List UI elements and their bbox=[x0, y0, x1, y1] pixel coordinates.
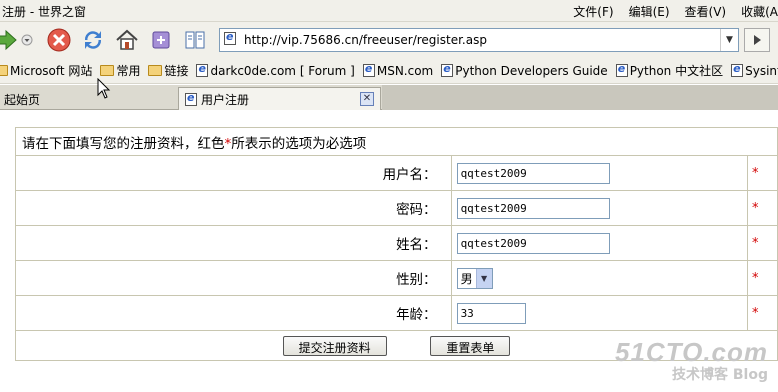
gender-label: 性别： bbox=[15, 260, 452, 296]
window-title: 注册 - 世界之窗 bbox=[2, 5, 86, 19]
menu-file[interactable]: 文件(F) bbox=[573, 3, 613, 20]
username-input[interactable] bbox=[456, 162, 610, 184]
go-button[interactable] bbox=[744, 28, 770, 52]
realname-label: 姓名： bbox=[15, 225, 452, 261]
folder-icon bbox=[0, 65, 8, 76]
history-icon[interactable] bbox=[148, 27, 174, 53]
address-bar[interactable]: http://vip.75686.cn/freeuser/register.as… bbox=[219, 28, 739, 52]
required-mark: * bbox=[747, 225, 778, 261]
page-content: 请在下面填写您的注册资料，红色*所表示的选项为必选项 用户名： * 密码： * … bbox=[0, 111, 778, 392]
age-label: 年龄： bbox=[15, 295, 452, 331]
page-icon bbox=[196, 62, 209, 77]
bookmark-python-cn[interactable]: Python 中文社区 bbox=[615, 62, 723, 79]
bookmark-microsoft[interactable]: Microsoft 网站 bbox=[0, 62, 92, 79]
page-icon bbox=[224, 30, 236, 45]
chevron-down-icon[interactable]: ▼ bbox=[475, 268, 492, 288]
page-icon bbox=[731, 62, 744, 77]
watermark: 51CTO.com 技术博客 Blog bbox=[615, 337, 768, 384]
realname-input[interactable] bbox=[456, 232, 610, 254]
password-label: 密码： bbox=[15, 190, 452, 226]
bookmark-links[interactable]: 链接 bbox=[148, 62, 188, 79]
bookmark-common[interactable]: 常用 bbox=[100, 62, 140, 79]
bookmark-msn[interactable]: MSN.com bbox=[362, 62, 433, 78]
form-intro: 请在下面填写您的注册资料，红色*所表示的选项为必选项 bbox=[15, 127, 778, 156]
close-tab-icon[interactable]: ✕ bbox=[360, 92, 374, 106]
bookmarks-icon[interactable] bbox=[182, 27, 208, 53]
folder-icon bbox=[100, 65, 115, 76]
home-icon[interactable] bbox=[114, 27, 140, 53]
tab-bar-empty bbox=[382, 85, 778, 110]
toolbar: http://vip.75686.cn/freeuser/register.as… bbox=[0, 22, 778, 58]
required-mark: * bbox=[747, 295, 778, 331]
username-label: 用户名： bbox=[15, 155, 452, 191]
menu-view[interactable]: 查看(V) bbox=[685, 3, 727, 20]
required-mark: * bbox=[747, 155, 778, 191]
go-arrow-icon bbox=[754, 35, 761, 45]
age-input[interactable] bbox=[456, 302, 526, 324]
submit-button[interactable]: 提交注册资料 bbox=[282, 335, 387, 356]
bookmark-sysinternals[interactable]: Sysinte bbox=[731, 62, 778, 78]
dropdown-icon[interactable] bbox=[20, 27, 34, 53]
password-input[interactable] bbox=[456, 197, 610, 219]
gender-selected-value: 男 bbox=[460, 271, 473, 286]
tab-start-page[interactable]: 起始页 bbox=[0, 87, 175, 110]
forward-icon[interactable] bbox=[0, 27, 20, 53]
bookmark-python-guide[interactable]: Python Developers Guide bbox=[441, 62, 608, 78]
title-bar: 注册 - 世界之窗 文件(F) 编辑(E) 查看(V) 收藏(A bbox=[0, 0, 778, 22]
mouse-cursor-icon bbox=[97, 78, 111, 99]
folder-icon bbox=[148, 65, 163, 76]
register-form: 请在下面填写您的注册资料，红色*所表示的选项为必选项 用户名： * 密码： * … bbox=[15, 127, 778, 361]
tab-user-register[interactable]: 用户注册 ✕ bbox=[178, 87, 381, 110]
page-icon bbox=[615, 62, 628, 77]
stop-icon[interactable] bbox=[46, 27, 72, 53]
reset-button[interactable]: 重置表单 bbox=[430, 335, 511, 356]
menu-edit[interactable]: 编辑(E) bbox=[629, 3, 670, 20]
address-url[interactable]: http://vip.75686.cn/freeuser/register.as… bbox=[244, 33, 487, 47]
refresh-icon[interactable] bbox=[80, 27, 106, 53]
bookmark-darkc0de[interactable]: darkc0de.com [ Forum ] bbox=[196, 62, 355, 78]
menu-favorites[interactable]: 收藏(A bbox=[741, 3, 778, 20]
required-mark: * bbox=[747, 260, 778, 296]
bookmarks-bar: Microsoft 网站 常用 链接 darkc0de.com [ Forum … bbox=[0, 58, 778, 84]
page-icon bbox=[185, 91, 197, 106]
menu-bar: 文件(F) 编辑(E) 查看(V) 收藏(A bbox=[558, 3, 778, 20]
required-mark: * bbox=[747, 190, 778, 226]
page-icon bbox=[441, 62, 454, 77]
tab-bar: 起始页 用户注册 ✕ bbox=[0, 85, 778, 110]
page-icon bbox=[362, 62, 375, 77]
gender-select[interactable]: 男 ▼ bbox=[456, 267, 493, 289]
address-dropdown-icon[interactable]: ▼ bbox=[720, 29, 738, 51]
